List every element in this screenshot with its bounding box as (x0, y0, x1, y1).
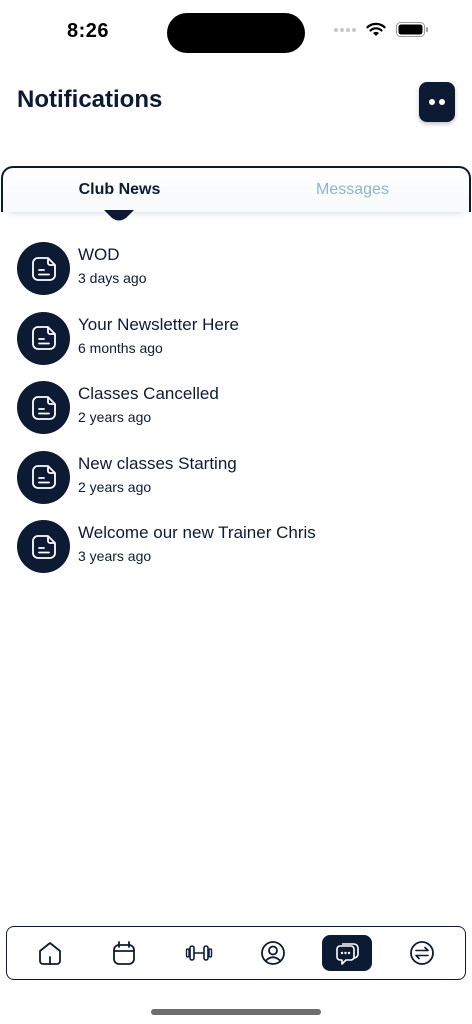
dynamic-island (167, 13, 305, 53)
nav-calendar[interactable] (99, 935, 149, 971)
nav-profile[interactable] (248, 935, 298, 971)
nav-workouts[interactable] (174, 935, 224, 971)
tab-messages[interactable]: Messages (236, 168, 469, 212)
status-icons (334, 22, 429, 37)
more-icon (429, 99, 435, 105)
status-bar: 8:26 (0, 0, 472, 64)
list-item[interactable]: New classes Starting 2 years ago (0, 449, 472, 519)
news-title: Welcome our new Trainer Chris (78, 523, 316, 542)
document-icon (17, 450, 70, 504)
news-title: Your Newsletter Here (78, 314, 239, 334)
home-icon (39, 942, 62, 965)
list-item[interactable]: WOD 3 days ago (0, 240, 472, 310)
switch-icon (409, 941, 434, 965)
signal-icon (334, 27, 356, 32)
document-icon (17, 381, 70, 434)
tab-club-news[interactable]: Club News (3, 168, 236, 212)
status-time: 8:26 (67, 20, 110, 42)
active-tab-indicator (104, 210, 134, 221)
news-title: WOD (78, 245, 120, 264)
news-title: Classes Cancelled (78, 384, 219, 403)
news-time: 2 years ago (78, 478, 152, 495)
list-item[interactable]: Classes Cancelled 2 years ago (0, 379, 472, 449)
list-item[interactable]: Your Newsletter Here 6 months ago (0, 310, 472, 380)
calendar-icon (113, 941, 136, 965)
more-menu-button[interactable] (419, 82, 455, 122)
battery-icon (396, 22, 428, 37)
page-title: Notifications (17, 86, 163, 113)
news-time: 3 days ago (78, 270, 147, 286)
list-item[interactable]: Welcome our new Trainer Chris 3 years ag… (0, 518, 472, 588)
chat-icon (336, 943, 360, 965)
document-icon (17, 520, 70, 573)
wifi-icon (366, 22, 386, 36)
nav-notifications[interactable] (322, 935, 373, 971)
bottom-nav (6, 926, 466, 980)
news-title: New classes Starting (78, 453, 237, 473)
tab-bar: Club News Messages (1, 166, 471, 212)
news-time: 2 years ago (78, 409, 152, 425)
news-time: 3 years ago (78, 548, 152, 564)
news-time: 6 months ago (78, 339, 163, 356)
document-icon (17, 311, 70, 365)
dumbbell-icon (185, 945, 213, 961)
home-indicator (151, 1009, 321, 1015)
nav-home[interactable] (25, 935, 75, 971)
header: Notifications (0, 80, 472, 124)
user-icon (261, 941, 286, 965)
document-icon (17, 242, 70, 295)
nav-switch[interactable] (397, 935, 447, 971)
news-list: WOD 3 days ago Your Newsletter Here 6 mo… (0, 240, 472, 588)
